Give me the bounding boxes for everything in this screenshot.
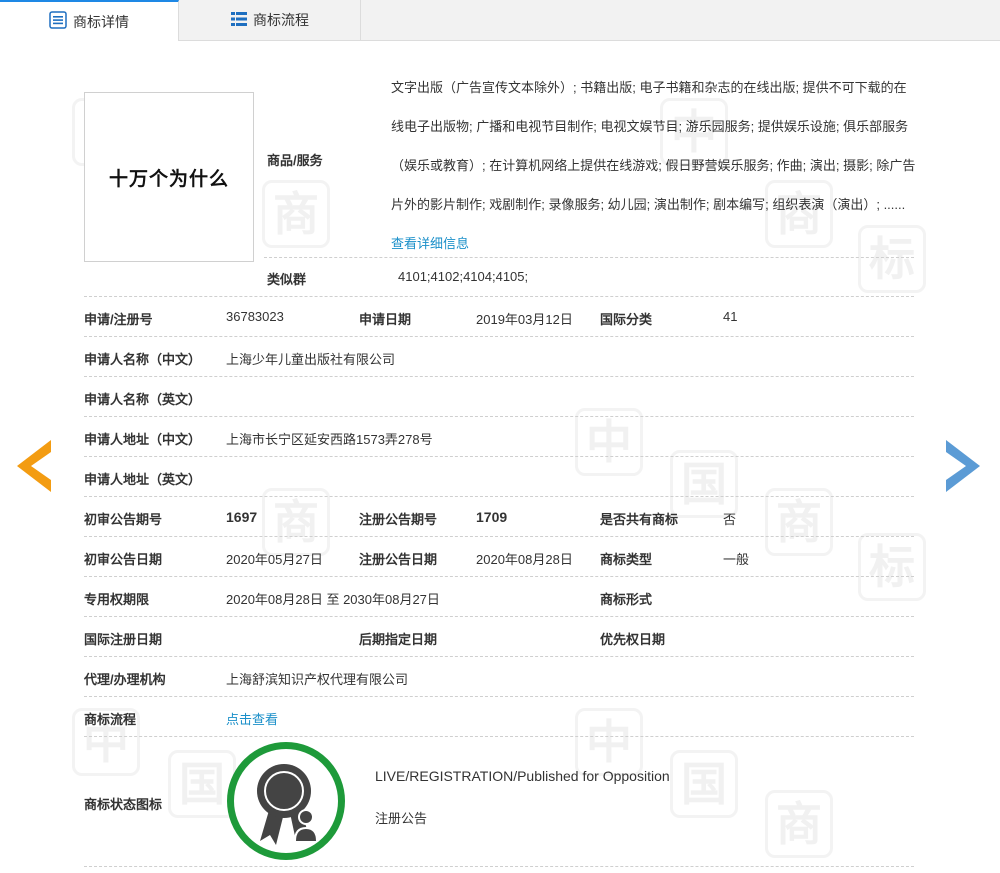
goods-services-list: 文字出版（广告宣传文本除外）; 书籍出版; 电子书籍和杂志的在线出版; 提供不可… bbox=[391, 80, 916, 212]
applicant-cn-label: 申请人名称（中文） bbox=[84, 352, 202, 367]
flow-label: 商标流程 bbox=[84, 712, 137, 727]
trademark-logo-image: 十万个为什么 bbox=[84, 92, 254, 262]
address-cn-label: 申请人地址（中文） bbox=[84, 432, 202, 447]
mark-type-value: 一般 bbox=[723, 552, 750, 567]
divider bbox=[84, 656, 914, 657]
prev-arrow-button[interactable] bbox=[17, 440, 51, 492]
divider bbox=[84, 496, 914, 497]
view-details-link[interactable]: 查看详细信息 bbox=[391, 236, 469, 251]
status-icon-label: 商标状态图标 bbox=[84, 797, 163, 812]
reg-pub-no-value: 1709 bbox=[476, 509, 508, 525]
divider bbox=[84, 576, 914, 577]
watermark-glyph: 商 bbox=[262, 180, 330, 248]
applicant-en-label: 申请人名称（英文） bbox=[84, 392, 202, 407]
prelim-no-value: 1697 bbox=[226, 509, 258, 525]
divider bbox=[84, 696, 914, 697]
divider bbox=[84, 536, 914, 537]
divider bbox=[84, 416, 914, 417]
tab-bar: 商标详情 商标流程 bbox=[0, 0, 1000, 41]
divider bbox=[84, 296, 914, 297]
address-en-label: 申请人地址（英文） bbox=[84, 472, 202, 487]
goods-services-label: 商品/服务 bbox=[267, 153, 323, 168]
tab-trademark-flow[interactable]: 商标流程 bbox=[180, 0, 361, 40]
later-date-label: 后期指定日期 bbox=[359, 632, 438, 647]
goods-services-text: 文字出版（广告宣传文本除外）; 书籍出版; 电子书籍和杂志的在线出版; 提供不可… bbox=[391, 68, 916, 263]
app-date-label: 申请日期 bbox=[359, 312, 412, 327]
watermark-glyph: 中 bbox=[575, 408, 643, 476]
chevron-left-icon bbox=[17, 440, 51, 492]
tab-label: 商标详情 bbox=[73, 13, 129, 30]
mark-form-label: 商标形式 bbox=[600, 592, 653, 607]
shared-value: 否 bbox=[723, 512, 737, 527]
divider bbox=[84, 376, 914, 377]
mark-type-label: 商标类型 bbox=[600, 552, 653, 567]
priority-date-label: 优先权日期 bbox=[600, 632, 666, 647]
intl-class-label: 国际分类 bbox=[600, 312, 653, 327]
shared-label: 是否共有商标 bbox=[600, 512, 679, 527]
tab-label: 商标流程 bbox=[253, 12, 309, 28]
agent-label: 代理/办理机构 bbox=[84, 672, 166, 687]
prelim-no-label: 初审公告期号 bbox=[84, 512, 163, 527]
watermark-glyph: 商 bbox=[765, 488, 833, 556]
address-cn-value: 上海市长宁区延安西路1573弄278号 bbox=[226, 432, 433, 447]
watermark-glyph: 国 bbox=[670, 750, 738, 818]
reg-pub-date-label: 注册公告日期 bbox=[359, 552, 438, 567]
chevron-right-icon bbox=[946, 440, 980, 492]
grid-list-icon bbox=[231, 11, 247, 30]
divider bbox=[84, 456, 914, 457]
prelim-date-label: 初审公告日期 bbox=[84, 552, 163, 567]
next-arrow-button[interactable] bbox=[946, 440, 980, 492]
watermark-glyph: 商 bbox=[765, 790, 833, 858]
status-text-cn: 注册公告 bbox=[375, 811, 428, 826]
similar-group-label: 类似群 bbox=[267, 272, 307, 287]
divider bbox=[264, 257, 914, 258]
tab-trademark-details[interactable]: 商标详情 bbox=[0, 0, 179, 41]
list-detail-icon bbox=[49, 11, 67, 32]
intl-reg-date-label: 国际注册日期 bbox=[84, 632, 163, 647]
view-flow-link[interactable]: 点击查看 bbox=[226, 709, 278, 728]
exclusive-period-value: 2020年08月28日 至 2030年08月27日 bbox=[226, 592, 440, 607]
trademark-logo-text: 十万个为什么 bbox=[108, 167, 229, 190]
similar-group-value: 4101;4102;4104;4105; bbox=[398, 269, 529, 284]
divider bbox=[84, 736, 914, 737]
award-ribbon-icon bbox=[257, 764, 318, 845]
divider bbox=[84, 336, 914, 337]
status-text-en: LIVE/REGISTRATION/Published for Oppositi… bbox=[375, 768, 670, 784]
app-date-value: 2019年03月12日 bbox=[476, 312, 573, 327]
reg-no-label: 申请/注册号 bbox=[84, 312, 153, 327]
watermark-glyph: 国 bbox=[670, 450, 738, 518]
agent-value: 上海舒滨知识产权代理有限公司 bbox=[226, 672, 409, 687]
reg-pub-date-value: 2020年08月28日 bbox=[476, 552, 573, 567]
exclusive-period-label: 专用权期限 bbox=[84, 592, 150, 607]
divider bbox=[84, 616, 914, 617]
watermark-glyph: 商 bbox=[262, 488, 330, 556]
status-badge bbox=[227, 742, 345, 860]
intl-class-value: 41 bbox=[723, 309, 738, 324]
watermark-glyph: 中 bbox=[575, 708, 643, 776]
watermark-glyph: 国 bbox=[168, 750, 236, 818]
reg-pub-no-label: 注册公告期号 bbox=[359, 512, 438, 527]
divider bbox=[84, 866, 914, 867]
watermark-glyph: 标 bbox=[858, 533, 926, 601]
prelim-date-value: 2020年05月27日 bbox=[226, 552, 323, 567]
reg-no-value: 36783023 bbox=[226, 309, 284, 324]
applicant-cn-value: 上海少年儿童出版社有限公司 bbox=[226, 352, 396, 367]
